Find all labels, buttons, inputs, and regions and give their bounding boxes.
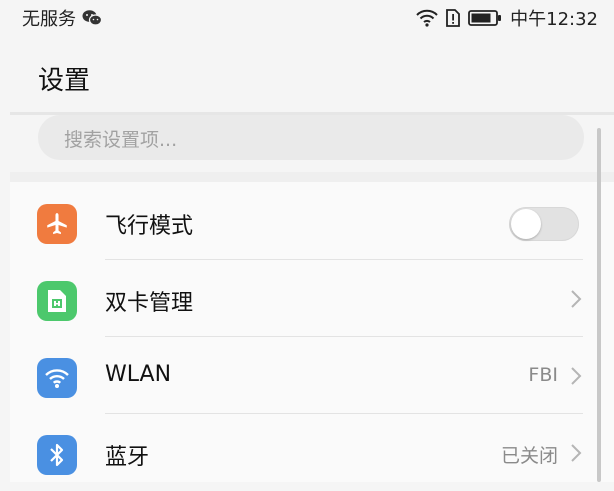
wlan-status: FBI	[528, 364, 558, 386]
page-title: 设置	[38, 66, 91, 96]
scrollbar[interactable]	[597, 128, 601, 482]
list-divider	[105, 413, 583, 414]
list-divider	[105, 259, 583, 260]
carrier-status: 无服务	[22, 9, 76, 30]
clock: 中午12:32	[510, 9, 598, 30]
status-bar: 无服务 中午12:32	[0, 0, 614, 34]
settings-list: 飞行模式 双卡管理 WLAN FBI 蓝牙 已关闭	[10, 182, 614, 482]
wechat-icon	[82, 9, 102, 27]
section-divider	[10, 172, 614, 182]
bluetooth-icon	[37, 435, 77, 475]
list-item-airplane-mode[interactable]: 飞行模式	[10, 184, 614, 260]
chevron-right-icon	[570, 289, 582, 313]
app-header: 设置	[0, 34, 614, 112]
sim-card-icon	[37, 281, 77, 321]
airplane-mode-label: 飞行模式	[105, 214, 194, 239]
airplane-mode-toggle[interactable]	[509, 207, 579, 241]
list-divider	[105, 336, 583, 337]
search-placeholder: 搜索设置项...	[64, 129, 178, 151]
airplane-icon	[37, 204, 77, 244]
wifi-icon	[416, 9, 438, 27]
wlan-label: WLAN	[105, 362, 172, 387]
wifi-icon	[37, 358, 77, 398]
list-item-dual-sim[interactable]: 双卡管理	[10, 261, 614, 337]
list-item-bluetooth[interactable]: 蓝牙 已关闭	[10, 415, 614, 491]
status-bar-left: 无服务	[22, 5, 102, 31]
search-input[interactable]: 搜索设置项...	[38, 115, 584, 160]
dual-sim-label: 双卡管理	[105, 291, 194, 316]
list-item-wlan[interactable]: WLAN FBI	[10, 338, 614, 414]
bluetooth-status: 已关闭	[500, 445, 558, 467]
bluetooth-label: 蓝牙	[105, 445, 150, 470]
status-bar-right: 中午12:32	[416, 5, 598, 31]
chevron-right-icon	[570, 366, 582, 390]
toggle-knob	[511, 209, 541, 239]
sim-alert-icon	[446, 9, 461, 27]
battery-icon	[468, 9, 502, 27]
chevron-right-icon	[570, 443, 582, 467]
